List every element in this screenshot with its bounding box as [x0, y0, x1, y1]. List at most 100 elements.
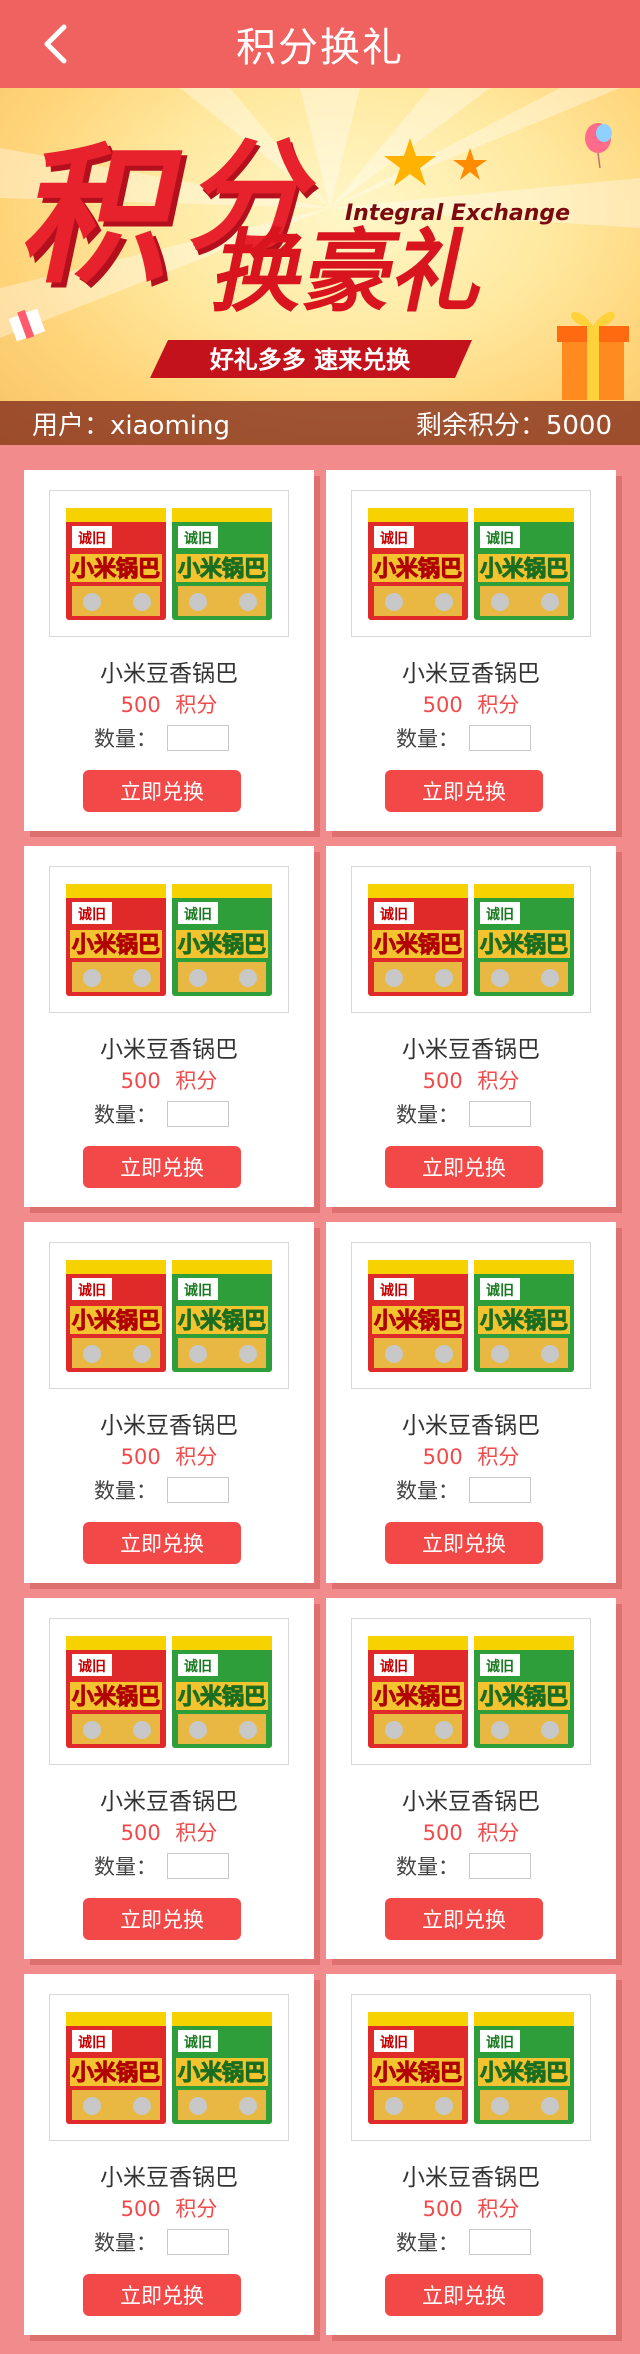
- quantity-row: 数量：: [396, 2228, 531, 2256]
- svg-text:诚旧: 诚旧: [486, 906, 514, 923]
- username-label: 用户：xiaoming: [32, 410, 230, 441]
- redeem-now-button[interactable]: 立即兑换: [83, 2274, 241, 2316]
- quantity-row: 数量：: [396, 1852, 531, 1880]
- product-points: 500 积分: [326, 1441, 616, 1471]
- gift-box-right-icon: [557, 311, 629, 400]
- product-card: 诚旧 小米锅巴 诚旧 小米锅巴 小米豆香锅巴 500 积分 数量： 立即兑换: [24, 470, 314, 831]
- svg-text:诚旧: 诚旧: [78, 530, 106, 547]
- product-image: 诚旧 小米锅巴 诚旧 小米锅巴: [49, 866, 289, 1013]
- snack-package-image: 诚旧 小米锅巴 诚旧 小米锅巴: [66, 507, 272, 620]
- svg-text:诚旧: 诚旧: [380, 1658, 408, 1675]
- product-points: 500 积分: [24, 2193, 314, 2223]
- points-value: 500: [120, 1445, 161, 1469]
- points-value: 500: [120, 2197, 161, 2221]
- redeem-now-button[interactable]: 立即兑换: [83, 1898, 241, 1940]
- product-image: 诚旧 小米锅巴 诚旧 小米锅巴: [49, 1994, 289, 2141]
- redeem-now-button[interactable]: 立即兑换: [385, 1146, 543, 1188]
- points-unit: 积分: [477, 1821, 520, 1845]
- points-value: 500: [422, 1445, 463, 1469]
- quantity-input[interactable]: [469, 1853, 531, 1879]
- product-card: 诚旧 小米锅巴 诚旧 小米锅巴 小米豆香锅巴 500 积分 数量： 立即兑换: [326, 846, 616, 1207]
- points-unit: 积分: [477, 1445, 520, 1469]
- quantity-label: 数量：: [94, 1479, 157, 1503]
- points-unit: 积分: [477, 2197, 520, 2221]
- points-value: 500: [422, 693, 463, 717]
- svg-text:诚旧: 诚旧: [486, 530, 514, 547]
- points-value: 500: [120, 1821, 161, 1845]
- product-name: 小米豆香锅巴: [402, 1789, 540, 1815]
- quantity-label: 数量：: [396, 1103, 459, 1127]
- quantity-row: 数量：: [396, 1476, 531, 1504]
- product-image: 诚旧 小米锅巴 诚旧 小米锅巴: [351, 1242, 591, 1389]
- redeem-now-button[interactable]: 立即兑换: [385, 2274, 543, 2316]
- quantity-row: 数量：: [94, 724, 229, 752]
- product-image: 诚旧 小米锅巴 诚旧 小米锅巴: [351, 490, 591, 637]
- promo-banner: 积 积 分 分 换豪礼 Integral Exchange 好礼多多 速来兑换 …: [0, 88, 640, 445]
- redeem-now-button[interactable]: 立即兑换: [385, 770, 543, 812]
- product-points: 500 积分: [24, 1817, 314, 1847]
- svg-text:诚旧: 诚旧: [78, 1658, 106, 1675]
- svg-text:诚旧: 诚旧: [184, 906, 212, 923]
- quantity-label: 数量：: [396, 727, 459, 751]
- svg-text:诚旧: 诚旧: [78, 1282, 106, 1299]
- product-image: 诚旧 小米锅巴 诚旧 小米锅巴: [351, 1618, 591, 1765]
- quantity-input[interactable]: [469, 1101, 531, 1127]
- product-image: 诚旧 小米锅巴 诚旧 小米锅巴: [49, 1618, 289, 1765]
- redeem-now-button[interactable]: 立即兑换: [83, 1522, 241, 1564]
- product-name: 小米豆香锅巴: [100, 1789, 238, 1815]
- svg-text:换豪礼: 换豪礼: [205, 221, 497, 325]
- svg-text:小米锅巴: 小米锅巴: [480, 1308, 568, 1334]
- svg-text:小米锅巴: 小米锅巴: [178, 2060, 266, 2086]
- quantity-input[interactable]: [469, 1477, 531, 1503]
- product-name: 小米豆香锅巴: [100, 1037, 238, 1063]
- quantity-input[interactable]: [167, 725, 229, 751]
- snack-package-image: 诚旧 小米锅巴 诚旧 小米锅巴: [368, 1635, 574, 1748]
- svg-text:小米锅巴: 小米锅巴: [480, 556, 568, 582]
- quantity-input[interactable]: [167, 1477, 229, 1503]
- product-image: 诚旧 小米锅巴 诚旧 小米锅巴: [351, 866, 591, 1013]
- quantity-input[interactable]: [167, 2229, 229, 2255]
- svg-text:诚旧: 诚旧: [380, 1282, 408, 1299]
- quantity-label: 数量：: [94, 1855, 157, 1879]
- snack-package-image: 诚旧 小米锅巴 诚旧 小米锅巴: [66, 2011, 272, 2124]
- banner-artwork: 积 积 分 分 换豪礼 Integral Exchange 好礼多多 速来兑换: [0, 88, 640, 400]
- points-unit: 积分: [175, 1069, 218, 1093]
- svg-text:诚旧: 诚旧: [78, 906, 106, 923]
- quantity-row: 数量：: [94, 2228, 229, 2256]
- svg-text:诚旧: 诚旧: [486, 1658, 514, 1675]
- svg-text:小米锅巴: 小米锅巴: [72, 1684, 160, 1710]
- points-unit: 积分: [477, 693, 520, 717]
- svg-text:诚旧: 诚旧: [380, 530, 408, 547]
- banner-english-text: Integral Exchange: [345, 201, 570, 226]
- product-card: 诚旧 小米锅巴 诚旧 小米锅巴 小米豆香锅巴 500 积分 数量： 立即兑换: [326, 1974, 616, 2335]
- back-button[interactable]: [30, 18, 80, 70]
- redeem-now-button[interactable]: 立即兑换: [83, 1146, 241, 1188]
- snack-package-image: 诚旧 小米锅巴 诚旧 小米锅巴: [66, 1635, 272, 1748]
- points-value: 500: [422, 2197, 463, 2221]
- product-name: 小米豆香锅巴: [100, 1413, 238, 1439]
- product-name: 小米豆香锅巴: [402, 2165, 540, 2191]
- product-grid: 诚旧 小米锅巴 诚旧 小米锅巴 小米豆香锅巴 500 积分 数量： 立即兑换 诚…: [24, 470, 616, 2335]
- redeem-now-button[interactable]: 立即兑换: [385, 1522, 543, 1564]
- redeem-now-button[interactable]: 立即兑换: [385, 1898, 543, 1940]
- product-image: 诚旧 小米锅巴 诚旧 小米锅巴: [351, 1994, 591, 2141]
- svg-text:诚旧: 诚旧: [486, 2034, 514, 2051]
- product-points: 500 积分: [24, 1065, 314, 1095]
- svg-text:诚旧: 诚旧: [380, 2034, 408, 2051]
- quantity-input[interactable]: [167, 1853, 229, 1879]
- svg-text:小米锅巴: 小米锅巴: [178, 1308, 266, 1334]
- points-unit: 积分: [175, 2197, 218, 2221]
- quantity-input[interactable]: [469, 725, 531, 751]
- svg-text:小米锅巴: 小米锅巴: [374, 1684, 462, 1710]
- product-card: 诚旧 小米锅巴 诚旧 小米锅巴 小米豆香锅巴 500 积分 数量： 立即兑换: [24, 1598, 314, 1959]
- points-unit: 积分: [175, 1445, 218, 1469]
- quantity-input[interactable]: [167, 1101, 229, 1127]
- redeem-now-button[interactable]: 立即兑换: [83, 770, 241, 812]
- top-bar: 积分换礼: [0, 0, 640, 88]
- points-unit: 积分: [175, 1821, 218, 1845]
- svg-text:小米锅巴: 小米锅巴: [480, 932, 568, 958]
- quantity-label: 数量：: [396, 2231, 459, 2255]
- svg-text:小米锅巴: 小米锅巴: [178, 932, 266, 958]
- product-name: 小米豆香锅巴: [100, 661, 238, 687]
- quantity-input[interactable]: [469, 2229, 531, 2255]
